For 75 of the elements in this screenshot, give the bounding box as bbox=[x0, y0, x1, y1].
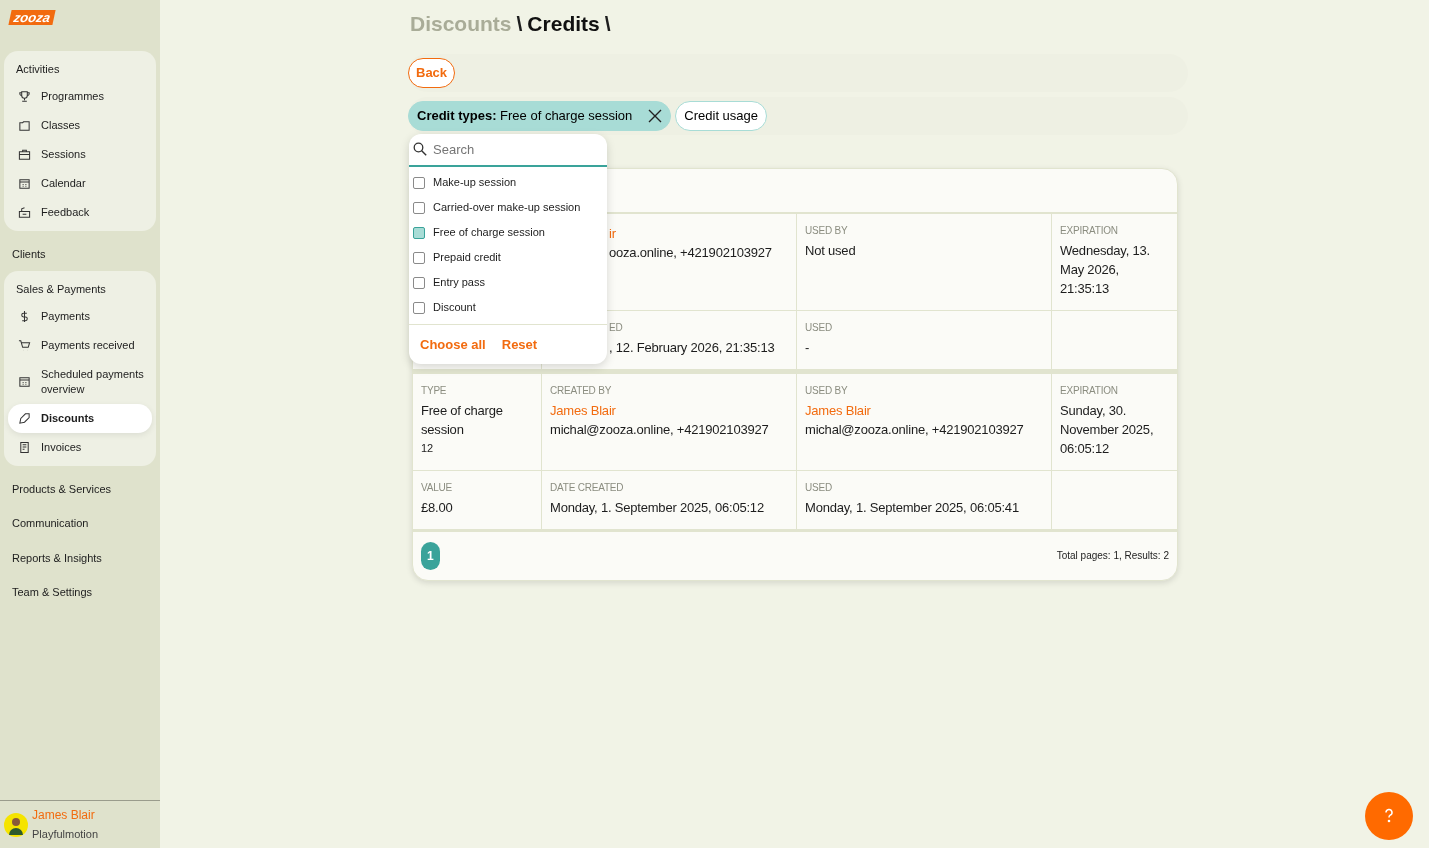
field-value: ooza.online, +421902103927 bbox=[609, 243, 773, 262]
sidebar-item[interactable]: Classes bbox=[8, 110, 152, 140]
checkbox[interactable] bbox=[413, 301, 425, 314]
option-item[interactable]: Entry pass bbox=[409, 270, 607, 295]
field-label: USED bbox=[805, 480, 833, 495]
checkbox[interactable] bbox=[413, 276, 425, 289]
field-label: ED bbox=[609, 320, 624, 335]
checkbox[interactable] bbox=[413, 226, 425, 239]
field-value: Monday, 1. September 2025, 06:05:41 bbox=[805, 498, 1020, 517]
checkbox[interactable] bbox=[413, 201, 425, 214]
sidebar-item[interactable]: Scheduled payments overview bbox=[8, 359, 152, 404]
field-value: Wednesday, 13. May 2026, 21:35:13 bbox=[1060, 241, 1151, 298]
field-label: USED bbox=[805, 320, 833, 335]
option-item[interactable]: Make-up session bbox=[409, 170, 607, 195]
close-icon[interactable] bbox=[648, 108, 663, 123]
calendar-icon bbox=[18, 375, 31, 388]
trophy-icon bbox=[18, 89, 31, 103]
tag-icon bbox=[18, 411, 31, 425]
field-label: VALUE bbox=[421, 480, 454, 495]
sidebar-item[interactable]: Programmes bbox=[8, 81, 152, 111]
field-value: Monday, 1. September 2025, 06:05:12 bbox=[550, 498, 765, 517]
coin-icon bbox=[18, 309, 31, 323]
field-value: michal@zooza.online, +421902103927 bbox=[805, 420, 1025, 439]
folder-icon bbox=[18, 118, 31, 132]
option-item[interactable]: Carried-over make-up session bbox=[409, 195, 607, 220]
sidebar-item[interactable]: Communication bbox=[0, 506, 160, 541]
field-value: michal@zooza.online, +421902103927 bbox=[550, 420, 770, 439]
help-button[interactable] bbox=[1365, 792, 1413, 840]
field-label: USED BY bbox=[805, 383, 849, 398]
tray-icon bbox=[18, 205, 31, 219]
filter-chip[interactable]: Credit usage bbox=[675, 100, 768, 131]
sidebar-item[interactable]: Invoices bbox=[8, 432, 152, 462]
field-value: Not used bbox=[805, 241, 857, 260]
field-label: DATE CREATED bbox=[550, 480, 625, 495]
sidebar-item[interactable]: Feedback bbox=[8, 197, 152, 227]
field-value: Sunday, 30. November 2025, 06:05:12 bbox=[1060, 401, 1155, 458]
section-heading: Activities bbox=[15, 62, 61, 77]
sidebar-item[interactable]: Team & Settings bbox=[0, 575, 160, 610]
field-value: £8.00 bbox=[421, 498, 454, 517]
organisation-name: Playfulmotion bbox=[32, 827, 99, 842]
sidebar-item[interactable]: Payments bbox=[8, 301, 152, 331]
option-item[interactable]: Free of charge session bbox=[409, 220, 607, 245]
field-label: CREATED BY bbox=[550, 383, 613, 398]
sidebar-item[interactable]: Payments received bbox=[8, 330, 152, 360]
sidebar-item[interactable]: Discounts bbox=[8, 403, 152, 433]
document-icon bbox=[18, 440, 31, 454]
sidebar-item[interactable]: Reports & Insights bbox=[0, 540, 160, 575]
checkbox[interactable] bbox=[413, 251, 425, 264]
briefcase-icon bbox=[18, 147, 31, 161]
field-label: EXPIRATION bbox=[1060, 223, 1119, 238]
calendar-icon bbox=[18, 176, 31, 190]
sidebar-item[interactable]: Products & Services bbox=[0, 471, 160, 506]
breadcrumb-separator: \ bbox=[516, 11, 523, 37]
question-icon bbox=[1383, 808, 1395, 824]
field-label: EXPIRATION bbox=[1060, 383, 1119, 398]
sidebar-item[interactable]: Sessions bbox=[8, 139, 152, 169]
filter-chip[interactable]: Credit types: Free of charge session bbox=[408, 100, 672, 131]
option-item[interactable]: Discount bbox=[409, 295, 607, 320]
field-value: 12 bbox=[421, 440, 434, 456]
section-heading: Sales & Payments bbox=[15, 282, 107, 297]
field-value: Free of charge session bbox=[421, 401, 504, 439]
sidebar-item[interactable]: Clients bbox=[0, 236, 160, 271]
search-icon bbox=[413, 142, 427, 157]
breadcrumb-current: Credits bbox=[527, 11, 600, 37]
avatar bbox=[4, 812, 28, 837]
results-summary: Total pages: 1, Results: 2 bbox=[1056, 549, 1169, 563]
checkbox[interactable] bbox=[413, 176, 425, 189]
option-item[interactable]: Prepaid credit bbox=[409, 245, 607, 270]
field-label: TYPE bbox=[421, 383, 448, 398]
breadcrumb-separator: \ bbox=[604, 11, 611, 37]
field-label: USED BY bbox=[805, 223, 849, 238]
sidebar-item[interactable]: Calendar bbox=[8, 168, 152, 198]
logo: zooza bbox=[8, 10, 56, 25]
field-value: - bbox=[805, 338, 811, 357]
field-value: , 12. February 2026, 21:35:13 bbox=[609, 338, 776, 357]
